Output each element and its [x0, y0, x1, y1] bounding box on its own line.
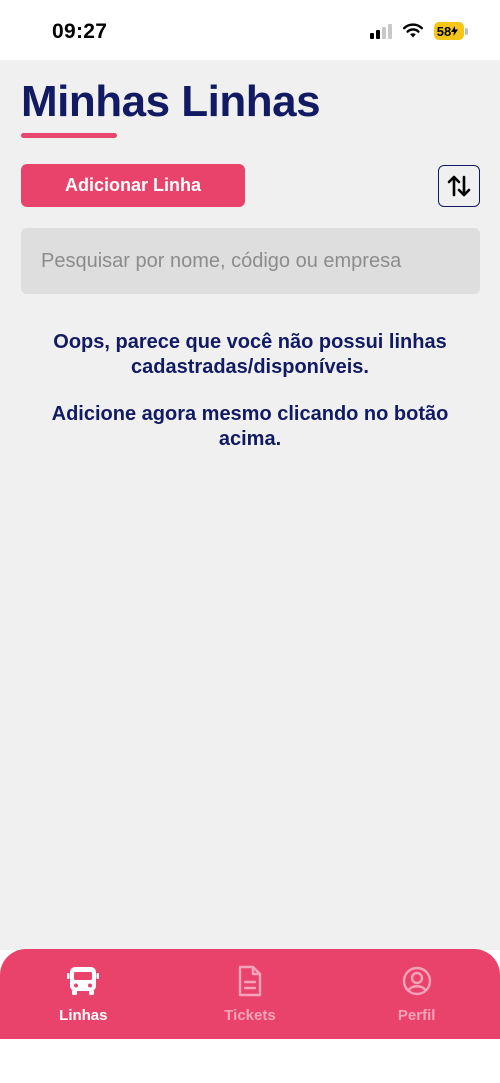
nav-label-tickets: Tickets	[224, 1007, 276, 1024]
wifi-icon	[403, 23, 423, 38]
bus-icon	[65, 963, 101, 999]
cellular-signal-icon	[370, 23, 392, 39]
empty-hint: Adicione agora mesmo clicando no botão a…	[51, 403, 449, 450]
nav-item-perfil[interactable]: Perfil	[333, 949, 500, 1039]
main-content: Minhas Linhas Adicionar Linha Oops, pare…	[0, 60, 500, 950]
empty-message: Oops, parece que você não possui linhas …	[53, 331, 447, 378]
nav-label-perfil: Perfil	[397, 1007, 436, 1024]
sort-arrows-icon	[447, 175, 471, 197]
battery-level: 58	[436, 23, 452, 39]
home-indicator-area	[0, 1039, 500, 1083]
battery-icon: 58	[434, 22, 468, 40]
bottom-navigation: Linhas Tickets Perfil	[0, 949, 500, 1039]
status-bar: 09:27 58	[0, 0, 500, 60]
nav-label-linhas: Linhas	[59, 1007, 108, 1024]
search-input[interactable]	[41, 249, 480, 273]
title-underline	[21, 133, 117, 138]
nav-item-tickets[interactable]: Tickets	[167, 949, 334, 1039]
sort-button[interactable]	[438, 165, 480, 207]
user-circle-icon	[399, 963, 435, 999]
status-icons: 58	[370, 22, 468, 40]
page-title: Minhas Linhas	[21, 77, 321, 126]
search-field[interactable]	[21, 228, 480, 294]
document-icon	[232, 963, 268, 999]
add-line-button[interactable]: Adicionar Linha	[21, 164, 245, 207]
status-time: 09:27	[52, 20, 108, 43]
nav-item-linhas[interactable]: Linhas	[0, 949, 167, 1039]
charging-bolt-icon	[451, 26, 459, 36]
